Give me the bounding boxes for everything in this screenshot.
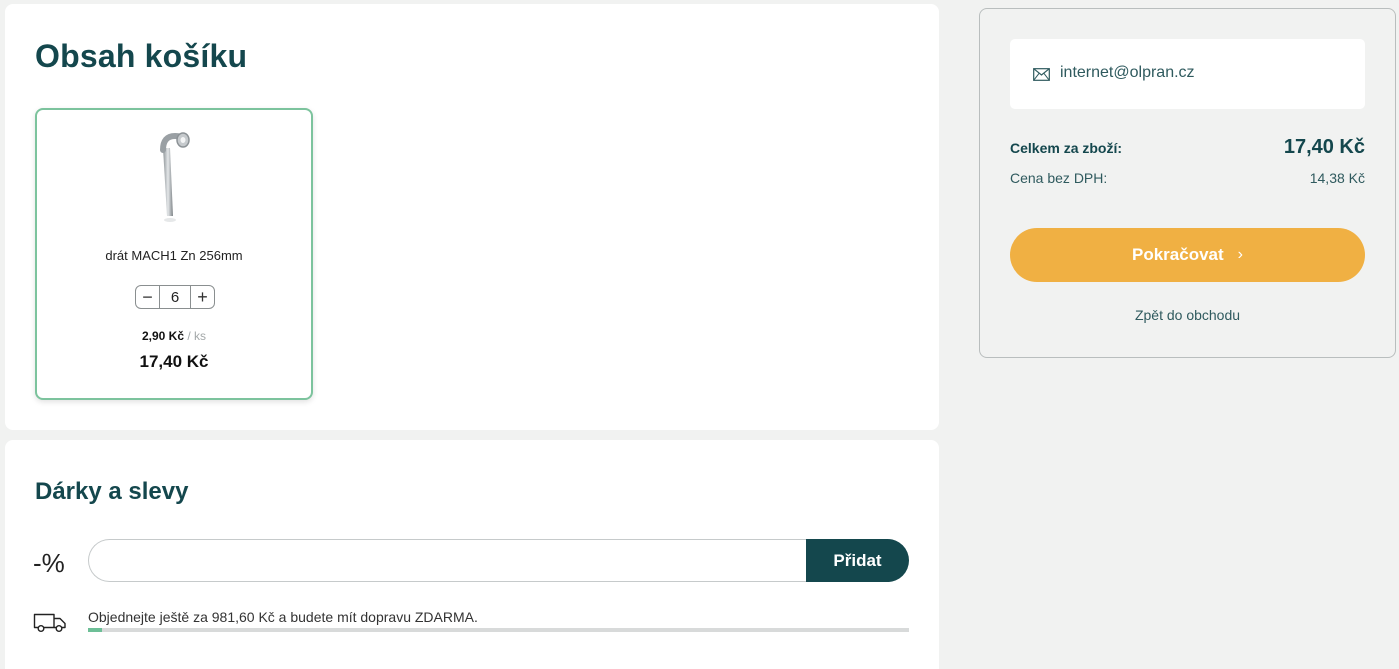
unit-price-value: 2,90 Kč xyxy=(141,329,184,343)
increase-quantity-button[interactable]: + xyxy=(191,286,214,308)
quantity-field[interactable]: 6 xyxy=(159,286,191,308)
product-name[interactable]: drát MACH1 Zn 256mm xyxy=(37,248,311,263)
chevron-right-icon: › xyxy=(1237,246,1243,263)
gifts-panel: Dárky a slevy -% Přidat Objednejte ještě… xyxy=(5,440,939,669)
total-value: 17,40 Kč xyxy=(1283,136,1365,158)
section-title-gifts: Dárky a slevy xyxy=(35,478,189,505)
total-label: Celkem za zboží: xyxy=(1010,140,1123,156)
free-shipping-message: Objednejte ještě za 981,60 Kč a budete m… xyxy=(88,609,478,625)
add-coupon-button[interactable]: Přidat xyxy=(806,539,909,582)
truck-icon xyxy=(33,613,66,632)
email-box[interactable]: internet@olpran.cz xyxy=(1010,39,1365,109)
cart-panel: Obsah košíku drát MACH1 Zn 256mm − 6 + 2 xyxy=(5,4,939,430)
unit-price-separator: / xyxy=(184,329,195,343)
page-title: Obsah košíku xyxy=(35,38,248,74)
back-to-shop-link[interactable]: Zpět do obchodu xyxy=(980,307,1395,323)
email-address: internet@olpran.cz xyxy=(1060,64,1195,81)
quantity-stepper[interactable]: − 6 + xyxy=(135,285,215,309)
discount-percent-icon: -% xyxy=(33,548,65,578)
order-summary: internet@olpran.cz Celkem za zboží: 17,4… xyxy=(979,8,1396,358)
unit-label: ks xyxy=(194,329,207,343)
mail-icon xyxy=(1033,68,1050,81)
product-card[interactable]: drát MACH1 Zn 256mm − 6 + 2,90 Kč / ks 1… xyxy=(35,108,313,400)
decrease-quantity-button[interactable]: − xyxy=(136,286,159,308)
free-shipping-progress-fill xyxy=(88,628,102,632)
net-price-label: Cena bez DPH: xyxy=(1010,170,1108,186)
continue-button-label: Pokračovat xyxy=(1132,245,1224,264)
unit-price: 2,90 Kč / ks xyxy=(37,329,311,343)
coupon-input[interactable] xyxy=(88,539,818,582)
free-shipping-progress xyxy=(88,628,909,632)
product-image[interactable] xyxy=(149,130,199,226)
continue-button[interactable]: Pokračovat › xyxy=(1010,228,1365,282)
line-total: 17,40 Kč xyxy=(139,352,209,371)
net-price-value: 14,38 Kč xyxy=(1309,170,1365,186)
